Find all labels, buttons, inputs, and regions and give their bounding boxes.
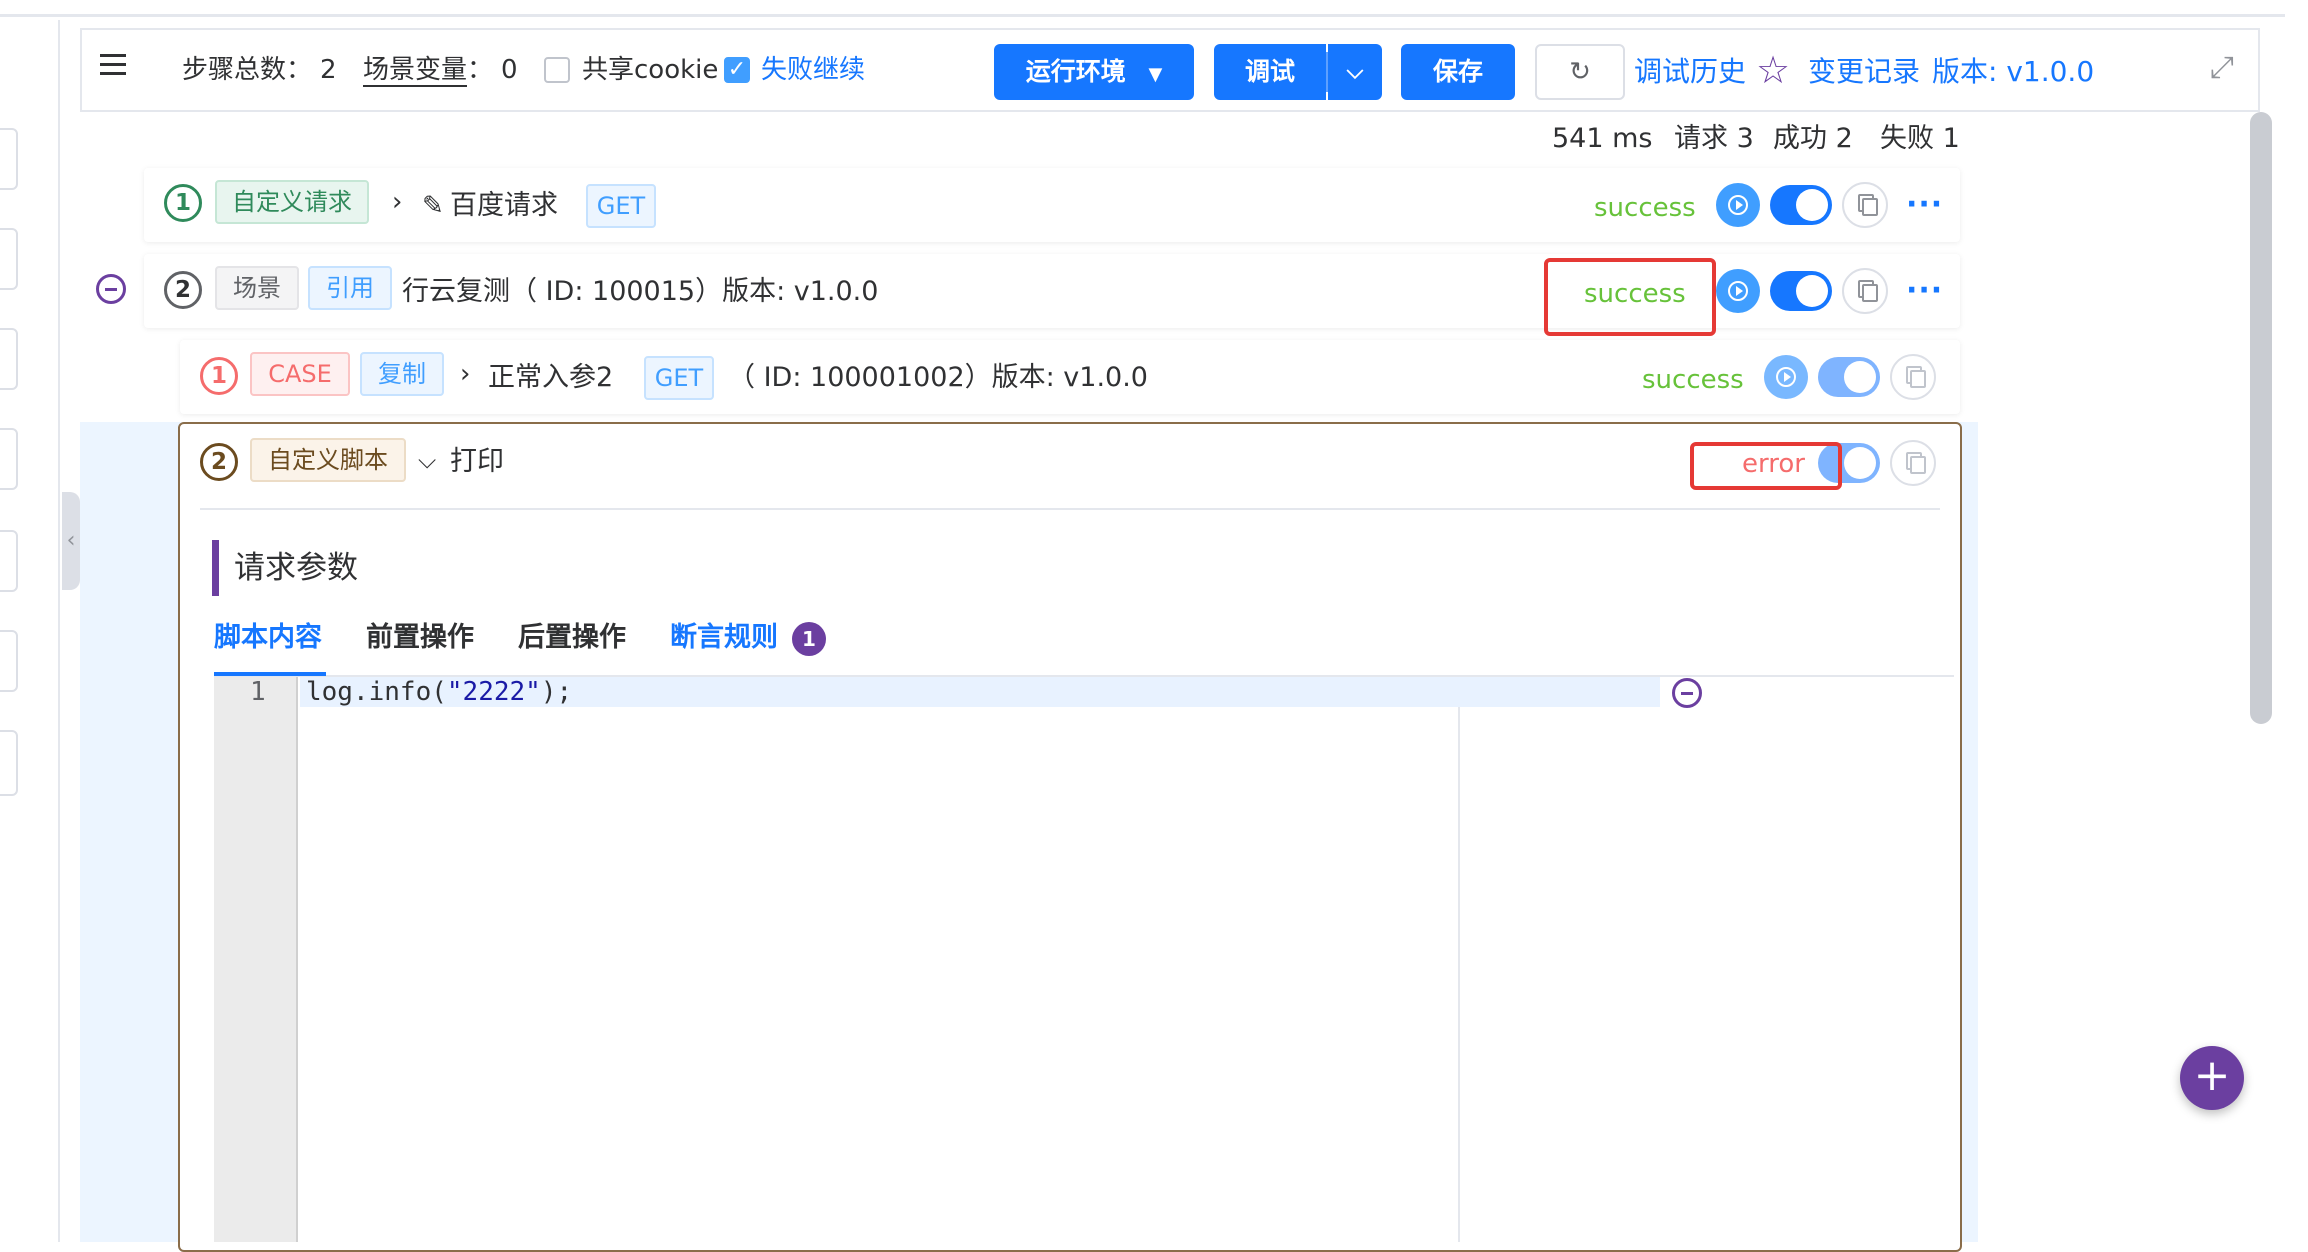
method-tag: GET [586, 184, 656, 228]
menu-icon[interactable] [100, 54, 126, 76]
left-field[interactable] [0, 328, 18, 390]
left-field[interactable] [0, 228, 18, 290]
change-log-link[interactable]: 变更记录 [1808, 52, 1920, 92]
tab-pre-operation[interactable]: 前置操作 [366, 618, 474, 658]
step-enable-toggle[interactable] [1818, 357, 1880, 397]
step-index: 2 [164, 271, 202, 309]
tab-assertion-rules[interactable]: 断言规则 [670, 618, 778, 658]
highlight-box [1544, 258, 1716, 336]
steps-total-count: 2 [320, 55, 337, 85]
section-title: 请求参数 [234, 550, 358, 586]
step-name: 百度请求 [450, 190, 558, 221]
assertion-count-badge: 1 [792, 622, 826, 656]
step-index: 1 [200, 357, 238, 395]
scene-variables[interactable]: 场景变量： 0 [363, 50, 518, 90]
fail-continue-checkbox[interactable]: ✓ [724, 57, 750, 83]
section-accent-bar [212, 540, 219, 596]
run-step-play-icon[interactable] [1716, 183, 1760, 227]
refresh-button[interactable]: ↻ [1535, 44, 1625, 100]
fullscreen-icon[interactable]: ⤢ [2210, 50, 2234, 86]
left-panel-divider [58, 20, 60, 1242]
step-type-tag: CASE [250, 352, 350, 396]
fail-count: 失败 1 [1880, 123, 1960, 154]
vertical-scrollbar[interactable] [2250, 112, 2272, 724]
copy-step-icon[interactable] [1842, 182, 1888, 228]
star-icon[interactable]: ☆ [1756, 48, 1790, 92]
scene-variables-colon: ： [467, 55, 494, 85]
scene-variables-count: 0 [501, 55, 518, 85]
caret-down-icon: ▼ [1148, 64, 1163, 85]
copy-step-icon[interactable] [1890, 354, 1936, 400]
step-index: 2 [200, 443, 238, 481]
method-tag: GET [644, 356, 714, 400]
tab-post-operation[interactable]: 后置操作 [518, 618, 626, 658]
step-name: 行云复测（ ID: 100015）版本: v1.0.0 [402, 276, 879, 307]
copy-tag: 复制 [360, 352, 444, 396]
request-count: 请求 3 [1674, 123, 1754, 154]
chevron-right-icon[interactable]: › [392, 182, 402, 222]
run-step-play-icon[interactable] [1764, 355, 1808, 399]
left-textarea[interactable] [0, 730, 18, 796]
code-string: "2222" [446, 677, 541, 707]
debug-button[interactable]: 调试 [1214, 44, 1326, 100]
editor-ruler [1458, 707, 1460, 1242]
active-tab-underline [214, 672, 326, 676]
add-step-fab-icon[interactable]: + [2180, 1046, 2244, 1110]
script-step-card [178, 422, 1962, 1252]
more-options-icon[interactable]: ··· [1906, 276, 1943, 306]
steps-total: 步骤总数： 2 [182, 50, 337, 90]
tab-script-content[interactable]: 脚本内容 [214, 618, 322, 658]
edit-icon[interactable]: ✎ [422, 186, 444, 226]
run-environment-label: 运行环境 [1025, 57, 1126, 86]
step-status: success [1594, 193, 1696, 223]
step-name: 打印 [450, 446, 504, 477]
reference-tag: 引用 [308, 266, 392, 310]
step-detail: （ ID: 100001002）版本: v1.0.0 [728, 362, 1148, 393]
scene-variables-label[interactable]: 场景变量 [363, 55, 468, 87]
line-number: 1 [250, 677, 266, 707]
success-count: 成功 2 [1773, 123, 1853, 154]
copy-step-icon[interactable] [1890, 440, 1936, 486]
steps-total-colon: ： [286, 55, 313, 85]
code-text: log.info( [306, 677, 447, 707]
share-cookie-label[interactable]: 共享cookie [582, 50, 718, 90]
code-text: ); [540, 677, 573, 707]
left-field[interactable] [0, 428, 18, 490]
step-type-tag: 场景 [215, 266, 299, 310]
debug-history-link[interactable]: 调试历史 [1634, 52, 1746, 92]
step-type-tag: 自定义脚本 [250, 438, 406, 482]
code-line[interactable]: log.info("2222"); [306, 677, 572, 707]
collapse-step-icon[interactable] [96, 274, 126, 304]
step-status: success [1642, 365, 1744, 395]
version-label: 版本: v1.0.0 [1932, 55, 2095, 88]
step-index: 1 [164, 184, 202, 222]
step-enable-toggle[interactable] [1770, 185, 1832, 225]
more-options-icon[interactable]: ··· [1906, 190, 1943, 220]
left-field[interactable] [0, 128, 18, 190]
chevron-right-icon[interactable]: › [460, 354, 470, 394]
fail-continue-label[interactable]: 失败继续 [761, 50, 865, 90]
remove-line-icon[interactable] [1672, 678, 1702, 708]
debug-dropdown-chevron-icon[interactable]: ⌵ [1328, 44, 1382, 100]
top-border [0, 14, 2285, 17]
run-duration: 541 ms [1552, 123, 1653, 154]
save-button[interactable]: 保存 [1401, 44, 1515, 100]
step-enable-toggle[interactable] [1770, 271, 1832, 311]
step-name: 正常入参2 [488, 362, 614, 393]
steps-total-label: 步骤总数 [182, 55, 287, 85]
refresh-icon: ↻ [1569, 57, 1591, 87]
run-environment-button[interactable]: 运行环境 ▼ [994, 44, 1194, 100]
highlight-box [1690, 442, 1842, 490]
left-field[interactable] [0, 630, 18, 692]
left-field[interactable] [0, 530, 18, 592]
share-cookie-checkbox[interactable] [544, 57, 570, 83]
collapse-left-panel-handle[interactable]: ‹ [62, 492, 80, 590]
step-type-tag: 自定义请求 [215, 180, 369, 224]
run-step-play-icon[interactable] [1716, 269, 1760, 313]
card-divider [200, 508, 1940, 510]
copy-step-icon[interactable] [1842, 268, 1888, 314]
chevron-down-icon[interactable]: ⌵ [418, 440, 436, 480]
editor-gutter [214, 677, 298, 1242]
